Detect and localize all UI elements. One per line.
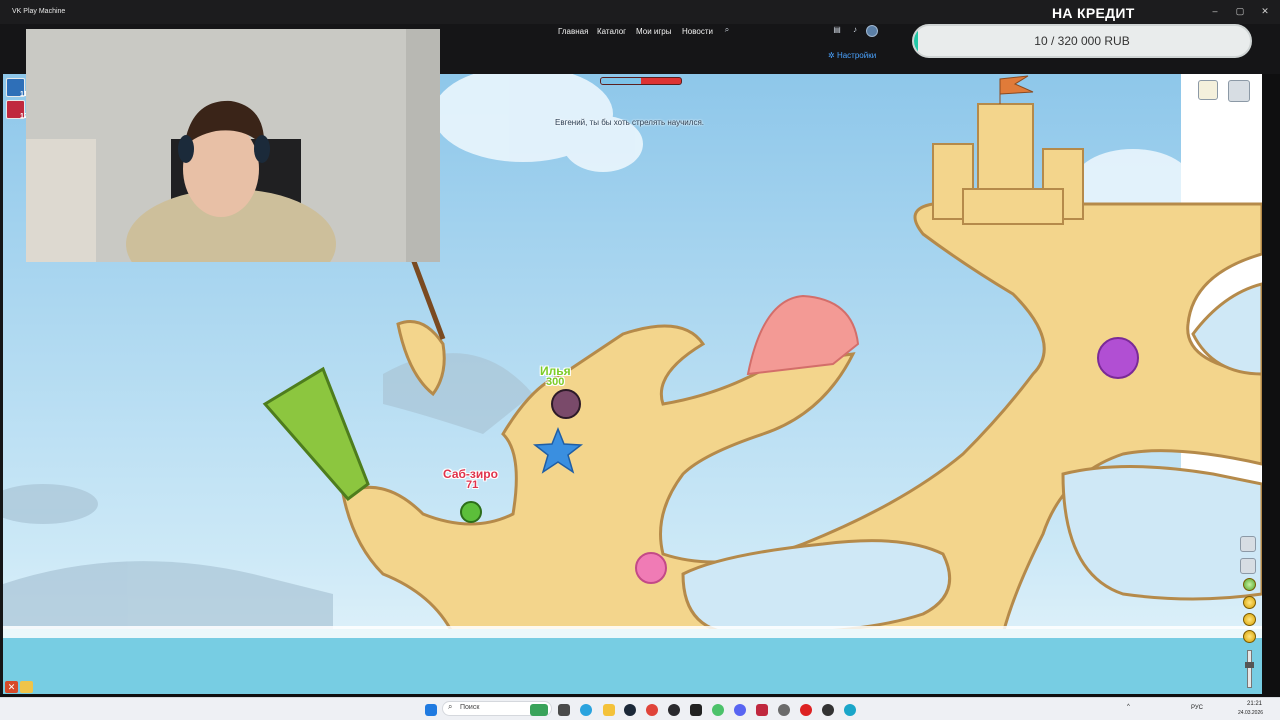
nav-home[interactable]: Главная (558, 27, 588, 36)
language-indicator[interactable]: РУС (1191, 705, 1203, 711)
window-title: VK Play Machine (12, 8, 66, 15)
water (3, 629, 1262, 694)
candy-pink (635, 552, 667, 584)
unit-hp: 300 (546, 376, 565, 388)
app-icon[interactable] (690, 704, 702, 716)
start-icon[interactable] (425, 704, 437, 716)
tray-chevron-icon[interactable]: ^ (1127, 704, 1130, 710)
bell-icon[interactable]: ♪ (850, 25, 860, 35)
weapon-slot-icon[interactable] (1243, 630, 1256, 643)
search-placeholder: Поиск (460, 704, 480, 711)
nav-news[interactable]: Новости (682, 27, 713, 36)
weapon-slot-icon[interactable] (1243, 613, 1256, 626)
zoom-slider[interactable] (1247, 650, 1252, 688)
unit-hp: 71 (466, 479, 479, 491)
chrome-icon[interactable] (646, 704, 658, 716)
turn-health-fill (601, 78, 641, 84)
app-icon[interactable] (712, 704, 724, 716)
steam-icon[interactable] (624, 704, 636, 716)
unit-ilya-sprite (551, 389, 581, 419)
discord-icon[interactable] (734, 704, 746, 716)
folder-icon[interactable] (603, 704, 615, 716)
donation-goal-text: 10 / 320 000 RUB (1034, 34, 1130, 48)
webcam-overlay (26, 29, 440, 262)
close-window-button[interactable]: ✕ (1257, 4, 1273, 18)
settings-icon[interactable] (778, 704, 790, 716)
chat-message: Евгений, ты бы хоть стрелять научился. (555, 118, 704, 127)
chat-toggle-icon[interactable] (20, 681, 33, 693)
map-icon[interactable] (1198, 80, 1218, 100)
taskbar (0, 697, 1280, 720)
settings-link[interactable]: ✲ Настройки (828, 51, 876, 60)
camera-icon[interactable] (1240, 536, 1256, 552)
app-icon[interactable] (800, 704, 812, 716)
weapon-slot-icon[interactable] (1243, 596, 1256, 609)
streamer-video (26, 29, 440, 262)
close-game-button[interactable]: ✕ (5, 681, 18, 693)
zoom-slider-knob[interactable] (1245, 662, 1254, 668)
maximize-button[interactable]: ▢ (1232, 4, 1248, 18)
nav-my-games[interactable]: Мои игры (636, 27, 671, 36)
widget-icon[interactable] (530, 704, 548, 716)
search-icon[interactable]: ⌕ (722, 25, 732, 35)
clock-date[interactable]: 24.03.2026 (1238, 710, 1263, 716)
candy-purple (1097, 337, 1139, 379)
gear-icon: ✲ (828, 51, 837, 60)
promo-title: НА КРЕДИТ (1052, 5, 1135, 21)
help-icon[interactable] (1243, 578, 1256, 591)
right-strip (1262, 74, 1280, 694)
app-icon[interactable] (756, 704, 768, 716)
wallet-icon[interactable]: ▤ (832, 25, 842, 35)
search-icon: ⌕ (448, 702, 453, 711)
nav-catalog[interactable]: Каталог (597, 27, 626, 36)
app-icon[interactable] (822, 704, 834, 716)
donation-goal-bar: 10 / 320 000 RUB (912, 24, 1252, 58)
obs-icon[interactable] (668, 704, 680, 716)
water-foam (3, 626, 1262, 638)
inventory-icon[interactable] (1228, 80, 1250, 102)
green-flipper (262, 366, 370, 502)
turn-health-bar (600, 77, 682, 85)
castle-flag (999, 75, 1034, 104)
file-explorer-icon[interactable] (558, 704, 570, 716)
cloud (433, 74, 1238, 224)
minimize-button[interactable]: – (1207, 4, 1223, 18)
sand-castle (932, 103, 1084, 225)
telegram-icon[interactable] (580, 704, 592, 716)
avatar[interactable] (866, 25, 878, 37)
edge-icon[interactable] (844, 704, 856, 716)
box-icon[interactable] (1240, 558, 1256, 574)
unit-sabzero-sprite (460, 501, 482, 523)
clock-time[interactable]: 21:21 (1247, 701, 1262, 707)
settings-label: Настройки (836, 51, 877, 60)
